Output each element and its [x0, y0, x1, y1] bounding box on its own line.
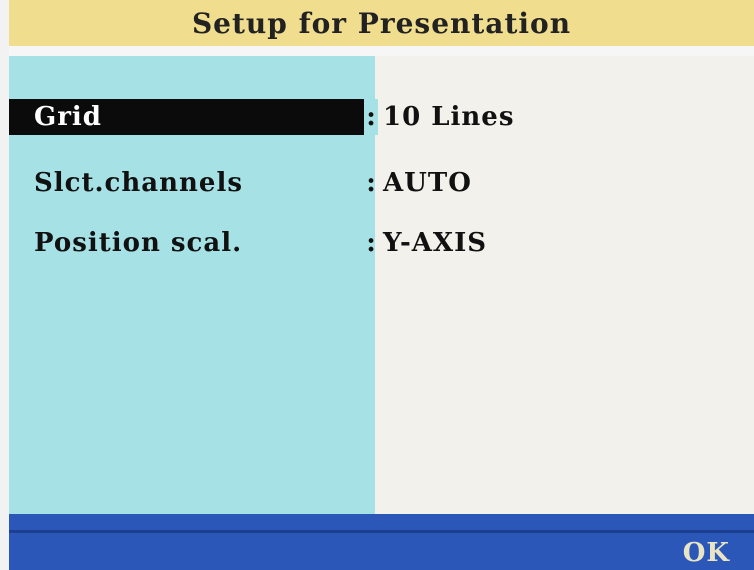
- softkey-bar: OK: [9, 514, 754, 570]
- setting-value-slct-channels[interactable]: AUTO: [383, 165, 472, 201]
- ok-button[interactable]: OK: [683, 538, 730, 568]
- softkey-bar-divider: [9, 530, 754, 533]
- dialog-title: Setup for Presentation: [191, 6, 572, 40]
- setting-value-position-scal[interactable]: Y-AXIS: [383, 225, 487, 261]
- setting-value-grid[interactable]: 10 Lines: [383, 99, 514, 135]
- setup-presentation-dialog: Setup for Presentation Grid : 10 Lines S…: [0, 0, 754, 570]
- setting-label-position-scal: Position scal.: [34, 228, 243, 258]
- setting-label-slct-channels: Slct.channels: [34, 168, 243, 198]
- setting-separator: :: [366, 168, 376, 198]
- setting-row-slct-channels[interactable]: Slct.channels : AUTO: [9, 165, 754, 201]
- setting-row-position-scal[interactable]: Position scal. : Y-AXIS: [9, 225, 754, 261]
- setting-separator: :: [364, 99, 378, 135]
- left-frame-edge: [0, 0, 9, 570]
- setting-label-grid: Grid: [9, 99, 375, 135]
- setting-row-grid[interactable]: Grid : 10 Lines: [9, 99, 754, 135]
- setting-separator: :: [366, 228, 376, 258]
- header-separator-strip: [9, 46, 754, 56]
- dialog-title-bar: Setup for Presentation: [9, 0, 754, 46]
